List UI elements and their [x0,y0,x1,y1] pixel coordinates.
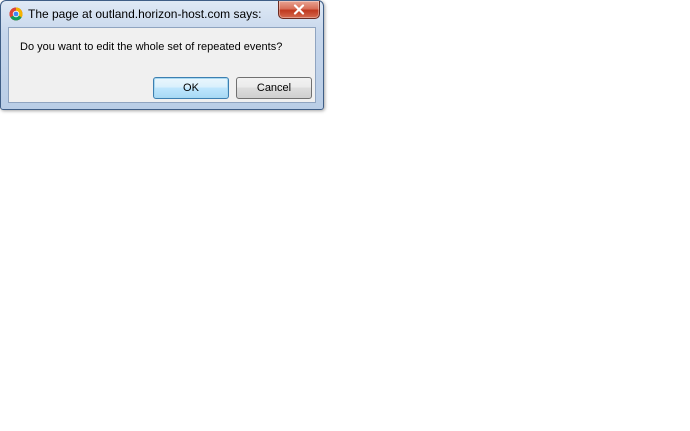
close-button[interactable] [278,1,320,19]
dialog-titlebar[interactable]: The page at outland.horizon-host.com say… [1,1,323,27]
ok-button[interactable]: OK [153,77,229,99]
dialog-content: Do you want to edit the whole set of rep… [8,27,316,103]
cancel-button[interactable]: Cancel [236,77,312,99]
close-icon [293,4,305,15]
confirm-dialog: The page at outland.horizon-host.com say… [0,0,324,110]
dialog-message: Do you want to edit the whole set of rep… [20,41,283,53]
dialog-title: The page at outland.horizon-host.com say… [28,7,262,21]
chrome-logo-icon [9,7,23,21]
